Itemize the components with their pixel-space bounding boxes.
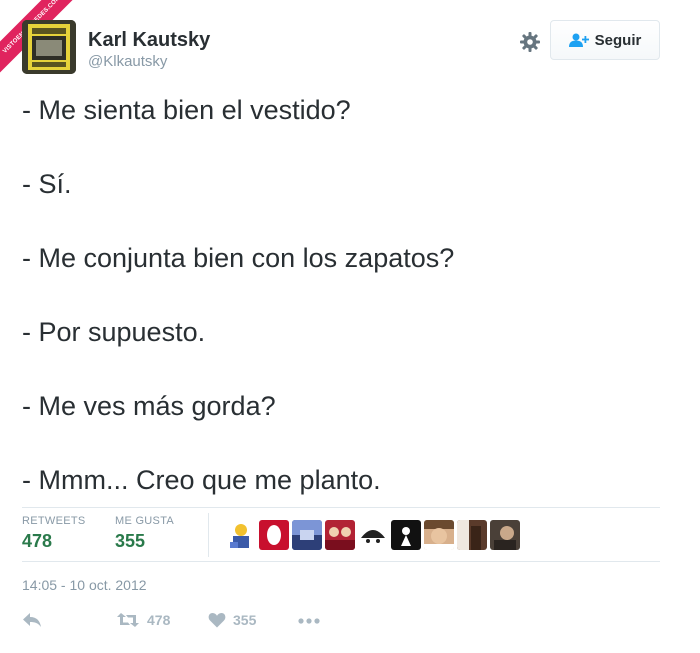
liker-avatar-9[interactable] <box>490 520 520 550</box>
retweets-stat[interactable]: RETWEETS 478 <box>22 515 86 552</box>
likes-stat[interactable]: ME GUSTA 355 <box>115 515 174 552</box>
tweet-header: Karl Kautsky @Klkautsky Seguir <box>22 20 660 76</box>
liker-avatar-4[interactable] <box>325 520 355 550</box>
reply-button[interactable] <box>22 612 42 628</box>
retweet-count: 478 <box>147 612 171 628</box>
book-cover-avatar-icon <box>22 20 76 74</box>
tweet-actions: 478 355 <box>22 612 660 636</box>
tweet-timestamp[interactable]: 14:05 - 10 oct. 2012 <box>22 577 147 593</box>
reply-icon <box>23 613 41 627</box>
heart-icon <box>208 613 226 628</box>
tweet-line: - Me sienta bien el vestido? <box>22 95 351 125</box>
liker-avatar-6[interactable] <box>391 520 421 550</box>
liker-avatar-8[interactable] <box>457 520 487 550</box>
more-button[interactable] <box>298 612 320 628</box>
user-name[interactable]: Karl Kautsky <box>88 29 210 52</box>
likes-value: 355 <box>115 531 146 551</box>
retweets-value: 478 <box>22 531 53 551</box>
liker-avatar-1[interactable] <box>226 520 256 550</box>
tweet-line: - Me conjunta bien con los zapatos? <box>22 243 455 273</box>
retweet-button[interactable]: 478 <box>116 612 170 628</box>
liker-avatars <box>226 520 520 550</box>
liker-avatar-3[interactable] <box>292 520 322 550</box>
user-handle[interactable]: @Klkautsky <box>88 53 167 70</box>
liker-avatar-7[interactable] <box>424 520 454 550</box>
stats-separator <box>208 513 209 557</box>
likes-label: ME GUSTA <box>115 515 175 527</box>
avatar[interactable] <box>22 20 76 74</box>
tweet-line: - Sí. <box>22 169 72 199</box>
follow-label: Seguir <box>594 31 642 49</box>
divider <box>22 561 660 562</box>
liker-avatar-5[interactable] <box>358 520 388 550</box>
gear-icon[interactable] <box>518 30 542 54</box>
follow-button[interactable]: Seguir <box>550 20 660 60</box>
like-button[interactable]: 355 <box>208 612 256 628</box>
tweet-stats: RETWEETS 478 ME GUSTA 355 <box>22 513 660 561</box>
tweet-line: - Me ves más gorda? <box>22 391 276 421</box>
like-count: 355 <box>233 612 257 628</box>
divider <box>22 507 660 508</box>
more-icon <box>298 618 320 624</box>
add-user-icon <box>568 33 589 47</box>
retweets-label: RETWEETS <box>22 515 86 527</box>
tweet-line: - Por supuesto. <box>22 317 206 347</box>
liker-avatar-2[interactable] <box>259 520 289 550</box>
retweet-icon <box>117 613 139 627</box>
tweet-text: - Me sienta bien el vestido? - Sí. - Me … <box>22 90 678 534</box>
